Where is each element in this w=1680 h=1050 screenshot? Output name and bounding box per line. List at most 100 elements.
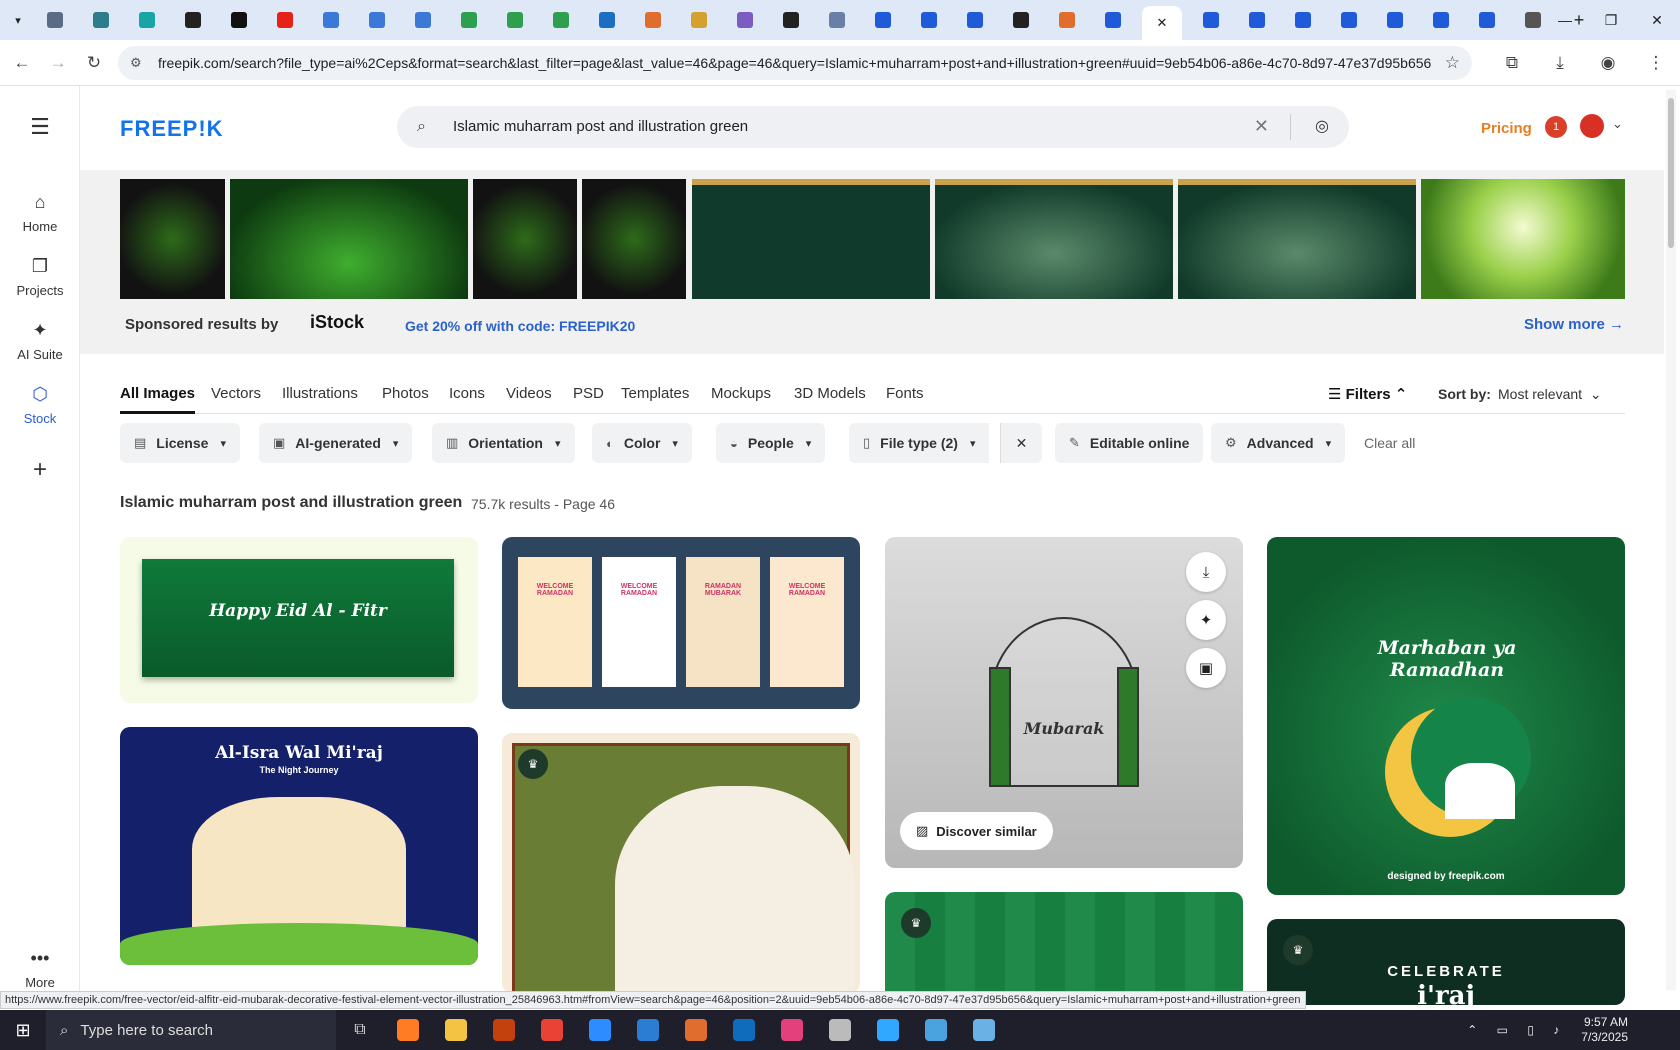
tab-templates[interactable]: Templates (621, 385, 689, 402)
sponsored-image[interactable] (692, 179, 930, 299)
taskbar-app-icon[interactable] (672, 1010, 720, 1050)
browser-tab[interactable] (360, 5, 394, 35)
taskbar-app-icon[interactable] (960, 1010, 1008, 1050)
close-icon[interactable]: ✕ (1157, 15, 1168, 31)
show-more-link[interactable]: Show more → (1524, 316, 1624, 333)
windows-start-icon[interactable]: ⊞ (0, 1010, 46, 1050)
tab-all-images[interactable]: All Images (120, 385, 196, 414)
browser-tab[interactable] (1286, 5, 1320, 35)
site-info-icon[interactable]: ⚙ (130, 55, 142, 71)
taskbar-app-icon[interactable] (720, 1010, 768, 1050)
filters-toggle[interactable]: ☰ Filters ⌃ (1328, 385, 1407, 403)
result-card-stories[interactable]: WELCOME RAMADAN WELCOME RAMADAN RAMADAN … (502, 537, 860, 709)
license-filter[interactable]: ▤ License ▾ (120, 423, 240, 463)
result-card-isra-miraj[interactable]: Al-Isra Wal Mi'raj The Night Journey (120, 727, 478, 965)
editable-online-filter[interactable]: ✎ Editable online (1055, 423, 1204, 463)
avatar[interactable] (1580, 114, 1604, 138)
pricing-link[interactable]: Pricing (1481, 120, 1532, 137)
back-icon[interactable]: ← (8, 49, 36, 77)
tab-icons[interactable]: Icons (449, 385, 485, 402)
promo-link[interactable]: Get 20% off with code: FREEPIK20 (405, 318, 635, 334)
result-card-sheep[interactable]: ♛ (502, 733, 860, 993)
browser-tab[interactable] (176, 5, 210, 35)
browser-tab[interactable] (498, 5, 532, 35)
advanced-filter[interactable]: ⚙ Advanced ▾ (1211, 423, 1346, 463)
sponsored-image[interactable] (1178, 179, 1416, 299)
browser-tab[interactable] (314, 5, 348, 35)
sidebar-item-more[interactable]: ••• More (0, 948, 80, 990)
taskbar-app-icon[interactable] (768, 1010, 816, 1050)
tab-mockups[interactable]: Mockups (711, 385, 771, 402)
orientation-filter[interactable]: ▥ Orientation ▾ (432, 423, 575, 463)
scrollbar[interactable] (1666, 90, 1676, 990)
tab-videos[interactable]: Videos (506, 385, 552, 402)
sponsored-image[interactable] (582, 179, 686, 299)
discover-similar-button[interactable]: ▨ Discover similar (900, 812, 1053, 850)
download-icon[interactable]: ⤓ (1186, 552, 1226, 592)
istock-logo[interactable]: iStock (310, 312, 364, 333)
tab-photos[interactable]: Photos (382, 385, 429, 402)
browser-tab[interactable] (38, 5, 72, 35)
sidebar-item-home[interactable]: ⌂ Home (0, 192, 80, 234)
browser-tab[interactable] (406, 5, 440, 35)
sort-dropdown[interactable]: Most relevant ⌄ (1498, 386, 1602, 403)
result-card-celebrate[interactable]: ♛ CELEBRATE i'raj (1267, 919, 1625, 1005)
tab-3d-models[interactable]: 3D Models (794, 385, 866, 402)
add-to-collection-icon[interactable]: ▣ (1186, 648, 1226, 688)
browser-tab[interactable] (1194, 5, 1228, 35)
profile-icon[interactable]: ◉ (1584, 53, 1632, 73)
browser-tab[interactable] (1004, 5, 1038, 35)
search-input[interactable]: Islamic muharram post and illustration g… (453, 118, 748, 135)
tab-search-menu[interactable]: ▾ (6, 5, 30, 35)
browser-tab[interactable] (268, 5, 302, 35)
tab-vectors[interactable]: Vectors (211, 385, 261, 402)
url-field[interactable]: ⚙ freepik.com/search?file_type=ai%2Ceps&… (118, 46, 1472, 80)
browser-tab[interactable] (130, 5, 164, 35)
taskbar-app-icon[interactable] (912, 1010, 960, 1050)
restore-icon[interactable]: ❐ (1588, 0, 1634, 40)
tab-fonts[interactable]: Fonts (886, 385, 924, 402)
browser-tab[interactable] (774, 5, 808, 35)
reload-icon[interactable]: ↻ (80, 49, 108, 77)
browser-tab[interactable] (1470, 5, 1504, 35)
taskbar-app-icon[interactable] (432, 1010, 480, 1050)
search-bar[interactable]: ⌕ Islamic muharram post and illustration… (397, 106, 1349, 148)
result-card-eid[interactable]: Happy Eid Al - Fitr (120, 537, 478, 703)
browser-tab[interactable] (544, 5, 578, 35)
minimize-icon[interactable]: — (1542, 0, 1588, 40)
browser-tab[interactable] (84, 5, 118, 35)
browser-tab[interactable] (1050, 5, 1084, 35)
sponsored-image[interactable] (1421, 179, 1625, 299)
hamburger-menu-icon[interactable]: ☰ (0, 114, 80, 140)
result-card-ramadhan[interactable]: Marhaban ya Ramadhan designed by freepik… (1267, 537, 1625, 895)
browser-tab[interactable] (1378, 5, 1412, 35)
browser-tab[interactable] (1332, 5, 1366, 35)
sidebar-item-ai-suite[interactable]: ✦ AI Suite (0, 320, 80, 362)
browser-tab[interactable] (636, 5, 670, 35)
browser-tab[interactable] (590, 5, 624, 35)
ai-magic-icon[interactable]: ✦ (1186, 600, 1226, 640)
browser-tab[interactable] (682, 5, 716, 35)
taskbar-app-icon[interactable] (480, 1010, 528, 1050)
bookmark-star-icon[interactable]: ☆ (1445, 53, 1460, 73)
browser-tab[interactable] (912, 5, 946, 35)
taskbar-app-icon[interactable] (528, 1010, 576, 1050)
tab-illustrations[interactable]: Illustrations (282, 385, 358, 402)
ai-generated-filter[interactable]: ▣ AI-generated ▾ (259, 423, 413, 463)
active-tab[interactable]: ✕ (1142, 6, 1182, 40)
taskbar-app-icon[interactable] (624, 1010, 672, 1050)
scrollbar-thumb[interactable] (1668, 98, 1674, 248)
tab-psd[interactable]: PSD (573, 385, 604, 402)
browser-tab[interactable] (1240, 5, 1274, 35)
clear-file-type-button[interactable]: ✕ (1000, 423, 1042, 463)
notification-badge[interactable]: 1 (1545, 116, 1567, 138)
file-type-filter[interactable]: ▯ File type (2) ▾ (849, 423, 990, 463)
taskbar-app-icon[interactable] (384, 1010, 432, 1050)
sponsored-image[interactable] (935, 179, 1173, 299)
task-view-icon[interactable]: ⧉ (336, 1010, 384, 1050)
tray-icons[interactable]: ⌃ ▭ ▯ ♪ (1467, 1023, 1567, 1037)
browser-tab[interactable] (222, 5, 256, 35)
close-window-icon[interactable]: ✕ (1634, 0, 1680, 40)
sidebar-item-projects[interactable]: ❐ Projects (0, 256, 80, 298)
freepik-logo[interactable]: FREEP!K (120, 116, 224, 142)
